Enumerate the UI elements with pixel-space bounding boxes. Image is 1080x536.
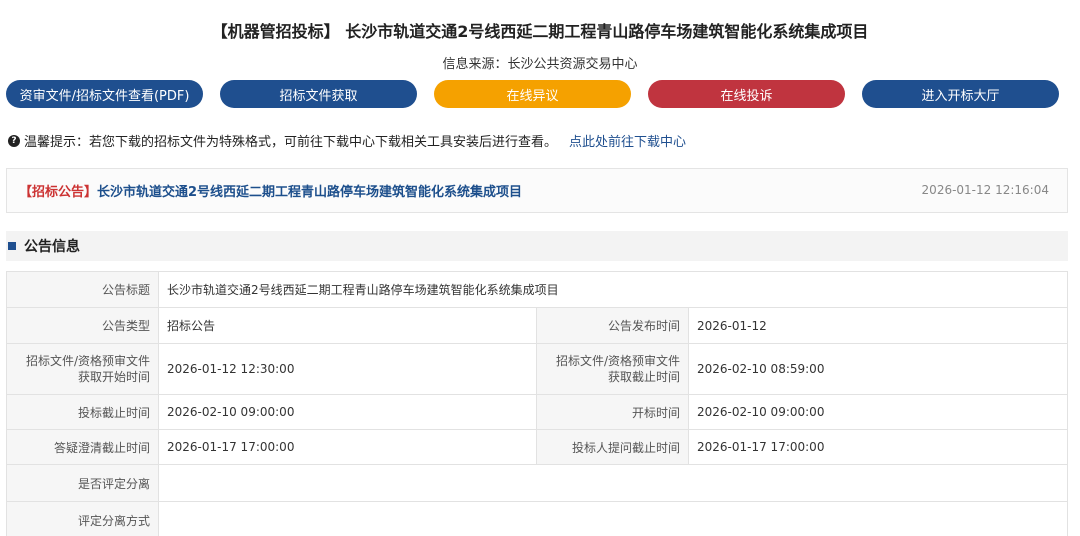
field-value: 招标公告 — [158, 307, 537, 344]
question-icon: ? — [8, 134, 20, 147]
tip-text: 温馨提示：若您下载的招标文件为特殊格式，可前往下载中心下载相关工具安装后进行查看… — [24, 135, 558, 150]
view-documents-pdf-button[interactable]: 资审文件/招标文件查看(PDF) — [6, 80, 203, 108]
announcement-info-table: 公告标题 长沙市轨道交通2号线西延二期工程青山路停车场建筑智能化系统集成项目 公… — [6, 271, 1068, 536]
field-label: 公告类型 — [6, 307, 159, 344]
field-label: 投标截止时间 — [6, 394, 159, 430]
table-row: 是否评定分离 — [6, 464, 1068, 502]
section-title: 公告信息 — [24, 239, 80, 255]
label-line: 获取截止时间 — [607, 370, 680, 384]
notice-title: 长沙市轨道交通2号线西延二期工程青山路停车场建筑智能化系统集成项目 — [97, 185, 523, 200]
field-value — [158, 501, 1068, 536]
field-value — [158, 464, 1068, 502]
field-label: 评定分离方式 — [6, 501, 159, 536]
notice-tag: 【招标公告】 — [19, 185, 98, 200]
square-bullet-icon — [8, 242, 16, 250]
table-row: 评定分离方式 — [6, 501, 1068, 536]
field-label: 招标文件/资格预审文件 获取截止时间 — [536, 343, 689, 395]
field-value: 2026-01-17 17:00:00 — [688, 429, 1068, 465]
download-center-link[interactable]: 点此处前往下载中心 — [569, 131, 686, 150]
field-label: 答疑澄清截止时间 — [6, 429, 159, 465]
get-bid-documents-button[interactable]: 招标文件获取 — [220, 80, 417, 108]
info-source: 信息来源：长沙公共资源交易中心 — [442, 57, 638, 72]
online-objection-button[interactable]: 在线异议 — [434, 80, 631, 108]
notice-header: 【招标公告】 长沙市轨道交通2号线西延二期工程青山路停车场建筑智能化系统集成项目… — [6, 168, 1068, 213]
table-row: 公告类型 招标公告 公告发布时间 2026-01-12 — [6, 307, 1068, 344]
page-title: 【机器管招投标】 长沙市轨道交通2号线西延二期工程青山路停车场建筑智能化系统集成… — [211, 22, 869, 41]
field-value: 2026-02-10 09:00:00 — [158, 394, 537, 430]
field-value: 2026-01-17 17:00:00 — [158, 429, 537, 465]
notice-datetime: 2026-01-12 12:16:04 — [921, 183, 1049, 197]
enter-bid-opening-hall-button[interactable]: 进入开标大厅 — [862, 80, 1059, 108]
online-complaint-button[interactable]: 在线投诉 — [648, 80, 845, 108]
field-value: 2026-01-12 — [688, 307, 1068, 344]
field-label: 公告标题 — [6, 271, 159, 308]
field-value: 2026-01-12 12:30:00 — [158, 343, 537, 395]
field-label: 招标文件/资格预审文件 获取开始时间 — [6, 343, 159, 395]
download-tip: ? 温馨提示：若您下载的招标文件为特殊格式，可前往下载中心下载相关工具安装后进行… — [8, 131, 686, 150]
table-row: 公告标题 长沙市轨道交通2号线西延二期工程青山路停车场建筑智能化系统集成项目 — [6, 271, 1068, 308]
table-row: 投标截止时间 2026-02-10 09:00:00 开标时间 2026-02-… — [6, 394, 1068, 430]
table-row: 答疑澄清截止时间 2026-01-17 17:00:00 投标人提问截止时间 2… — [6, 429, 1068, 465]
label-line: 获取开始时间 — [77, 370, 150, 384]
field-value: 2026-02-10 09:00:00 — [688, 394, 1068, 430]
field-value: 2026-02-10 08:59:00 — [688, 343, 1068, 395]
action-button-row: 资审文件/招标文件查看(PDF) 招标文件获取 在线异议 在线投诉 进入开标大厅 — [0, 80, 1080, 108]
field-label: 是否评定分离 — [6, 464, 159, 502]
section-header: 公告信息 — [6, 231, 1068, 261]
field-label: 投标人提问截止时间 — [536, 429, 689, 465]
table-row: 招标文件/资格预审文件 获取开始时间 2026-01-12 12:30:00 招… — [6, 343, 1068, 395]
label-line: 招标文件/资格预审文件 — [555, 354, 680, 368]
field-value: 长沙市轨道交通2号线西延二期工程青山路停车场建筑智能化系统集成项目 — [158, 271, 1068, 308]
field-label: 公告发布时间 — [536, 307, 689, 344]
field-label: 开标时间 — [536, 394, 689, 430]
label-line: 招标文件/资格预审文件 — [25, 354, 150, 368]
